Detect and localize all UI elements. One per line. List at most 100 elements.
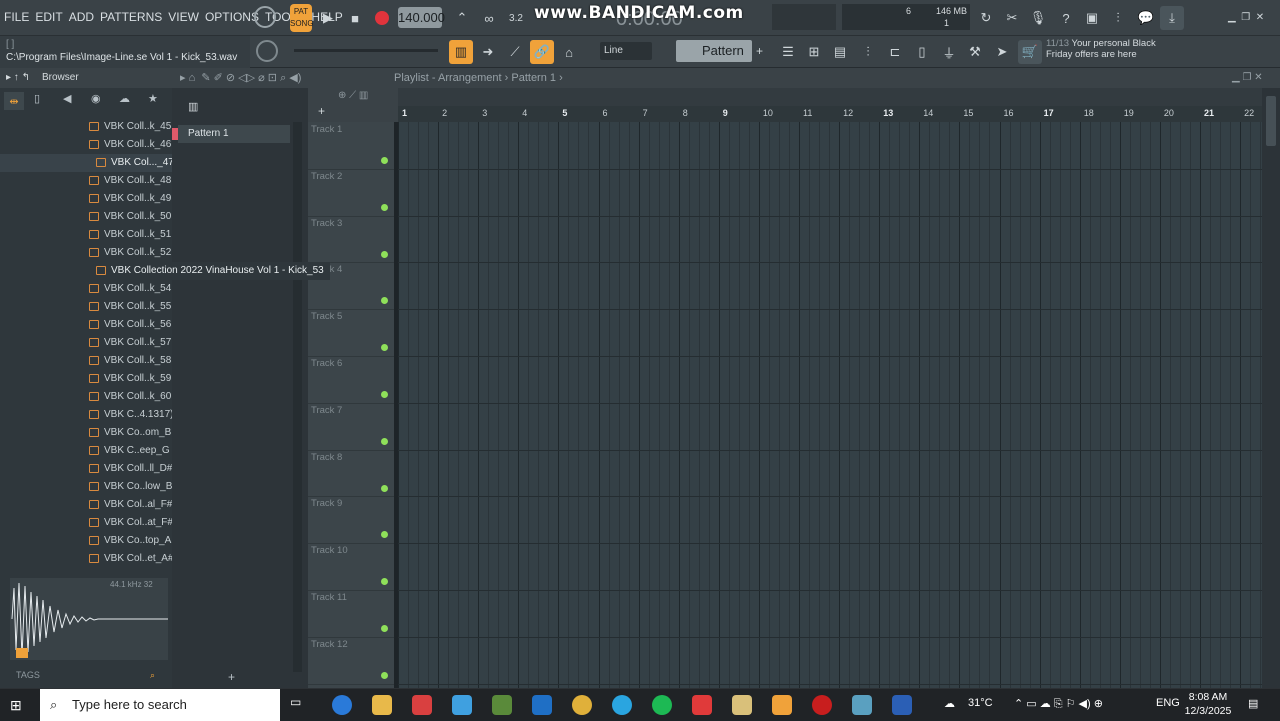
add-pattern-icon[interactable]: + <box>756 44 763 58</box>
track-mute-led[interactable] <box>381 297 388 305</box>
plus-icon[interactable]: + <box>318 104 325 118</box>
app-icon-record[interactable] <box>692 695 712 715</box>
file-item[interactable]: VBK Collection 2022 VinaHouse Vol 1 - Ki… <box>0 262 330 280</box>
file-item[interactable]: VBK Co..top_A <box>0 532 172 550</box>
browser-nav-icons[interactable]: ▸ ↑ ↰ <box>6 68 30 88</box>
track-mute-led[interactable] <box>381 671 388 679</box>
track-label[interactable]: Track 8 <box>311 452 342 463</box>
all-icon[interactable]: ⇹ <box>4 92 24 110</box>
track-label[interactable]: Track 11 <box>311 592 347 603</box>
waveform-preview[interactable] <box>10 578 168 660</box>
pattern-picker-icon[interactable]: ▥ <box>188 100 198 113</box>
save-button[interactable]: ▣ <box>1080 6 1104 30</box>
file-item[interactable]: VBK Coll..k_55 <box>0 298 172 316</box>
track-mute-led[interactable] <box>381 344 388 352</box>
telegram-icon[interactable] <box>612 695 632 715</box>
cloud-icon[interactable]: ☁ <box>119 92 130 105</box>
tempo-display[interactable]: 140.000 <box>398 7 445 28</box>
store-icon[interactable] <box>452 695 472 715</box>
tools-button[interactable]: ⚒ <box>963 40 987 64</box>
pat-song-toggle[interactable]: PAT SONG <box>290 4 314 32</box>
store-button[interactable]: 🛒 <box>1018 40 1042 64</box>
pattern-selector[interactable]: Pattern 1 <box>676 40 752 80</box>
playlist-tools[interactable]: ▸ ⌂ ✎ ✐ ⊘ ◁▷ ⌀ ⊡ ⌕ ◀) <box>180 68 301 88</box>
countdown-button[interactable]: 3.2 <box>504 6 528 30</box>
star-icon[interactable]: ★ <box>148 92 158 105</box>
file-item[interactable]: VBK Coll..k_51 <box>0 226 172 244</box>
fl-studio-icon[interactable] <box>772 695 792 715</box>
task-view-icon[interactable]: ▭ <box>290 695 310 715</box>
menu-view[interactable]: VIEW <box>168 10 199 24</box>
taskbar-clock[interactable]: 8:08 AM 12/3/2025 <box>1176 690 1240 718</box>
outlook-icon[interactable] <box>532 695 552 715</box>
master-pitch-knob[interactable] <box>256 40 278 62</box>
app-icon-blue[interactable] <box>852 695 872 715</box>
track-mute-led[interactable] <box>381 484 388 492</box>
project-button[interactable]: ▯ <box>910 40 934 64</box>
bandicam-icon[interactable] <box>812 695 832 715</box>
ak-app-icon[interactable] <box>492 695 512 715</box>
playlist-window-controls[interactable]: ▁ ❐ ✕ <box>1232 68 1263 88</box>
menu-file[interactable]: FILE <box>4 10 29 24</box>
file-explorer-icon[interactable] <box>372 695 392 715</box>
plugin-db-icon[interactable]: ◉ <box>91 92 101 105</box>
link-toggle[interactable]: 🔗 <box>530 40 554 64</box>
channel-rack-button[interactable]: ⊞ <box>802 40 826 64</box>
mixer-mini-button[interactable]: ⫶ <box>1106 6 1130 30</box>
wait-input-button[interactable]: ∞ <box>477 6 501 30</box>
file-item[interactable]: VBK Coll..k_52 <box>0 244 172 262</box>
search-icon[interactable]: ⌕ <box>150 664 155 686</box>
word-icon[interactable] <box>892 695 912 715</box>
piano-roll-toggle[interactable]: ▥ <box>449 40 473 64</box>
weather-temp[interactable]: 31°C <box>968 697 993 709</box>
menu-options[interactable]: OPTIONS <box>205 10 259 24</box>
vertical-scroll-thumb[interactable] <box>1266 96 1276 146</box>
vertical-scrollbar[interactable] <box>1262 88 1280 688</box>
track-label[interactable]: Track 1 <box>311 124 342 135</box>
download-button[interactable]: ⤓ <box>1160 6 1184 30</box>
timeline-ruler[interactable]: 1 2 3 4 5 6 7 8 9 10 11 12 13 14 15 16 17 18 19 20 21 22 <box>398 106 1262 122</box>
track-label[interactable]: Track 7 <box>311 405 342 416</box>
playlist-grid[interactable] <box>398 122 1262 688</box>
file-item[interactable]: VBK Col..at_F# <box>0 514 173 532</box>
file-item[interactable]: VBK Coll..k_56 <box>0 316 172 334</box>
help-button[interactable]: ? <box>1054 6 1078 30</box>
window-controls[interactable]: ▁ ❐ ✕ <box>1228 12 1264 23</box>
track-mute-led[interactable] <box>381 391 388 398</box>
stop-button[interactable]: ■ <box>343 6 367 30</box>
notification-icon[interactable]: ▤ <box>1248 697 1258 710</box>
track-mute-led[interactable] <box>381 625 388 632</box>
file-item[interactable]: VBK Coll..k_50 <box>0 208 172 226</box>
arrow-button[interactable]: ➜ <box>476 40 500 64</box>
track-mute-led[interactable] <box>381 157 388 164</box>
browser-button[interactable]: ⊏ <box>883 40 907 64</box>
pattern-scrollbar[interactable] <box>293 122 302 672</box>
play-button[interactable]: ▶ <box>316 6 340 30</box>
file-item[interactable]: VBK Coll..k_57 <box>0 334 172 352</box>
master-volume-knob[interactable] <box>254 6 276 28</box>
file-item[interactable]: VBK Co..om_B <box>0 424 172 442</box>
waveform-play-marker[interactable] <box>16 648 28 658</box>
horizontal-scrollbar[interactable] <box>398 88 1262 106</box>
track-label[interactable]: Track 5 <box>311 311 342 322</box>
mixer-button[interactable]: ⫶ <box>856 40 880 64</box>
menu-edit[interactable]: EDIT <box>35 10 62 24</box>
speaker-icon[interactable]: ◀ <box>63 92 71 105</box>
add-track-icon[interactable]: + <box>228 670 235 684</box>
mic-button[interactable]: 🎙 <box>1026 6 1050 30</box>
windows-start-icon[interactable]: ⊞ <box>10 697 22 714</box>
track-mute-led[interactable] <box>381 437 388 445</box>
track-label[interactable]: Track 10 <box>311 545 348 556</box>
track-mute-led[interactable] <box>381 531 388 539</box>
file-item[interactable]: VBK Coll..ll_D# <box>0 460 172 478</box>
track-label[interactable]: Track 9 <box>311 498 342 509</box>
chat-button[interactable]: 💬 <box>1134 6 1158 30</box>
file-item[interactable]: VBK Coll..k_45 <box>0 118 172 136</box>
file-item[interactable]: VBK Coll..k_58 <box>0 352 172 370</box>
metronome-button[interactable]: ⌃ <box>450 6 474 30</box>
file-item[interactable]: VBK C..4.1317) <box>0 406 173 424</box>
track-mute-led[interactable] <box>381 578 388 586</box>
file-item[interactable]: VBK C..eep_G <box>0 442 172 460</box>
undo-history-button[interactable]: ↻ <box>974 6 998 30</box>
file-item[interactable]: VBK Col..._47 <box>0 154 174 172</box>
